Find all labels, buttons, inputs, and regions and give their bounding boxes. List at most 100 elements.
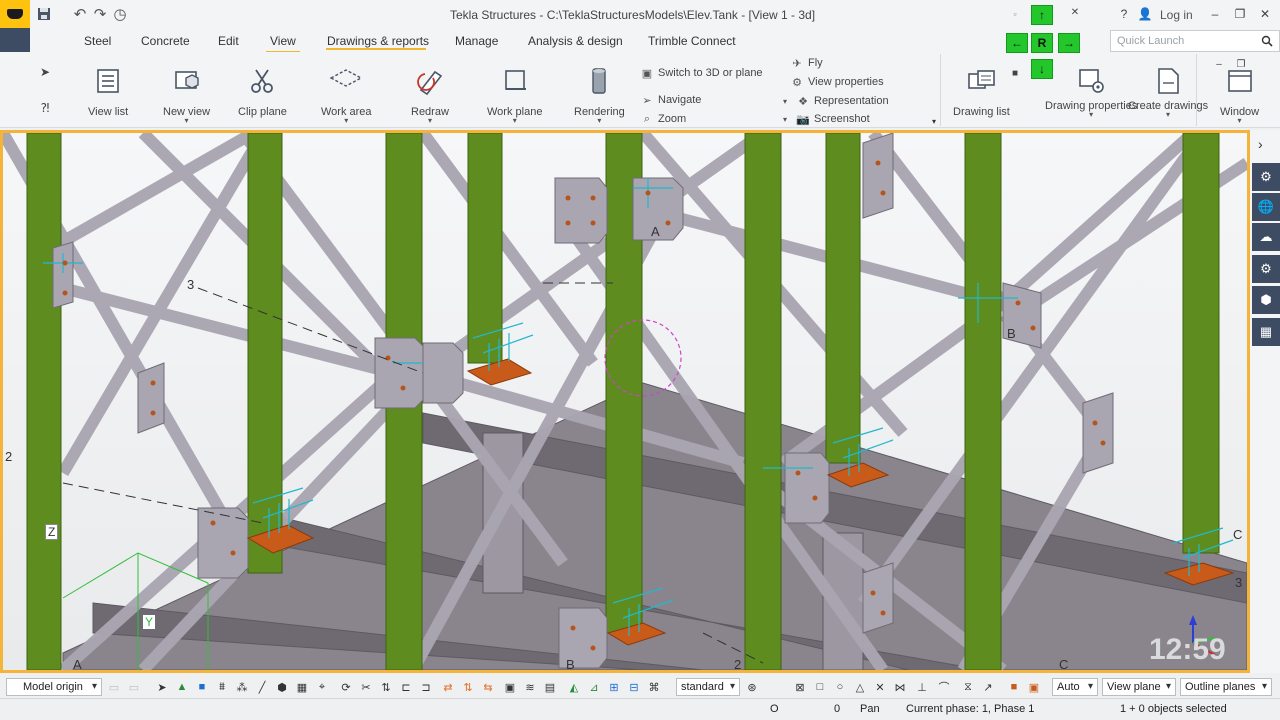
globe-icon[interactable]: 🌐 bbox=[1252, 193, 1280, 221]
snap-3-icon[interactable]: ⊏ bbox=[398, 679, 414, 695]
navigate-button[interactable]: ➢ Navigate bbox=[640, 94, 701, 107]
expand-panel-icon[interactable]: › bbox=[1258, 136, 1263, 152]
select-cube-icon[interactable]: ⬢ bbox=[274, 679, 290, 695]
snap-x-icon[interactable]: ✕ bbox=[872, 679, 888, 695]
phase-status[interactable]: Current phase: 1, Phase 1 bbox=[906, 703, 1034, 715]
tab-analysis-design[interactable]: Analysis & design bbox=[528, 34, 623, 48]
redraw-caret-icon[interactable]: ▾ bbox=[428, 117, 432, 125]
screenshot-button[interactable]: ▾ 📷 Screenshot bbox=[778, 113, 870, 126]
login-link[interactable]: Log in bbox=[1160, 8, 1193, 22]
select-filter-icon[interactable]: ⁈ bbox=[34, 98, 56, 118]
cube-icon[interactable]: ⬢ bbox=[1252, 286, 1280, 314]
snap-9-icon[interactable]: ≋ bbox=[522, 679, 538, 695]
snap-10-icon[interactable]: ▤ bbox=[542, 679, 558, 695]
select-point-icon[interactable]: ⌖ bbox=[314, 679, 330, 695]
select-grid-icon[interactable]: ⩩ bbox=[214, 679, 230, 695]
snap-5-icon[interactable]: ⇄ bbox=[440, 679, 456, 695]
snap-grid-icon[interactable]: ⊛ bbox=[744, 679, 760, 695]
plane-2-icon[interactable]: ▭ bbox=[126, 679, 142, 695]
depth-auto-select[interactable]: Auto bbox=[1052, 678, 1098, 696]
ribbon-restore-icon[interactable]: ❐ bbox=[1230, 54, 1252, 74]
snap-6-icon[interactable]: ⇅ bbox=[460, 679, 476, 695]
restore-button[interactable]: ❐ bbox=[1229, 4, 1251, 24]
select-part-icon[interactable]: ▲ bbox=[174, 679, 190, 695]
select-arrow-icon[interactable]: ➤ bbox=[34, 62, 56, 82]
nav-stop-icon[interactable]: ■ bbox=[1004, 63, 1026, 83]
snap-13-icon[interactable]: ⊞ bbox=[606, 679, 622, 695]
snap-arc-icon[interactable]: ⌒ bbox=[936, 679, 952, 695]
work-area-button[interactable]: Work area ▾ bbox=[321, 64, 372, 125]
snap-7-icon[interactable]: ⇆ bbox=[480, 679, 496, 695]
cut-icon[interactable]: ✂ bbox=[358, 679, 374, 695]
drawing-properties-button[interactable]: Drawing properties ▾ bbox=[1045, 64, 1137, 119]
rendering-caret-icon[interactable]: ▾ bbox=[597, 117, 601, 125]
tab-drawings-reports[interactable]: Drawings & reports bbox=[327, 34, 429, 48]
ribbon-minimize-icon[interactable]: – bbox=[1208, 54, 1230, 74]
user-icon[interactable]: 👤 bbox=[1134, 4, 1156, 24]
snap-mid-icon[interactable]: ⋈ bbox=[892, 679, 908, 695]
tab-steel[interactable]: Steel bbox=[84, 34, 111, 48]
close-button[interactable]: ✕ bbox=[1254, 4, 1276, 24]
select-line-icon[interactable]: ╱ bbox=[254, 679, 270, 695]
outline-planes-select[interactable]: Outline planes bbox=[1180, 678, 1272, 696]
snap-12-icon[interactable]: ⊿ bbox=[586, 679, 602, 695]
minimize-button[interactable]: – bbox=[1204, 4, 1226, 24]
nav-left-button[interactable]: ← bbox=[1006, 33, 1028, 53]
redraw-button[interactable]: Redraw ▾ bbox=[411, 64, 449, 125]
model-origin-select[interactable]: Model origin bbox=[6, 678, 102, 696]
plane-select[interactable]: View plane bbox=[1102, 678, 1176, 696]
view-list-button[interactable]: View list bbox=[88, 64, 128, 118]
work-area-caret-icon[interactable]: ▾ bbox=[344, 117, 348, 125]
snap-z-icon[interactable]: ⧖ bbox=[960, 679, 976, 695]
plane-icon[interactable]: ▭ bbox=[106, 679, 122, 695]
snap-circle-icon[interactable]: ○ bbox=[832, 679, 848, 695]
clip-plane-button[interactable]: Clip plane bbox=[238, 64, 287, 118]
new-view-caret-icon[interactable]: ▾ bbox=[185, 117, 189, 125]
settings-icon[interactable]: ⚙ bbox=[1252, 255, 1280, 283]
nav-down-button[interactable]: ↓ bbox=[1031, 59, 1053, 79]
snap-14-icon[interactable]: ⊟ bbox=[626, 679, 642, 695]
snap-8-icon[interactable]: ▣ bbox=[502, 679, 518, 695]
create-drawings-caret-icon[interactable]: ▾ bbox=[1166, 111, 1170, 119]
properties-panel-icon[interactable]: ⚙ bbox=[1252, 163, 1280, 191]
drawing-properties-caret-icon[interactable]: ▾ bbox=[1089, 111, 1093, 119]
nav-minimize-icon[interactable]: ▫ bbox=[1004, 4, 1026, 24]
cloud-icon[interactable]: ☁ bbox=[1252, 223, 1280, 251]
switch-3d-button[interactable]: ▣ Switch to 3D or plane bbox=[640, 67, 763, 80]
select-bolt-icon[interactable]: ⁂ bbox=[234, 679, 250, 695]
work-plane-button[interactable]: Work plane ▾ bbox=[487, 64, 542, 125]
zoom-button[interactable]: ⌕ Zoom bbox=[640, 113, 686, 126]
snap-4-icon[interactable]: ⊐ bbox=[418, 679, 434, 695]
rendering-button[interactable]: Rendering ▾ bbox=[574, 64, 625, 125]
window-caret-icon[interactable]: ▾ bbox=[1238, 117, 1242, 125]
nav-right-button[interactable]: → bbox=[1058, 33, 1080, 53]
undo-icon[interactable]: ↶ bbox=[70, 4, 90, 24]
snap-triangle-icon[interactable]: △ bbox=[852, 679, 868, 695]
snap-ext-icon[interactable]: ↗ bbox=[980, 679, 996, 695]
redo-icon[interactable]: ↷ bbox=[90, 4, 110, 24]
tab-edit[interactable]: Edit bbox=[218, 34, 239, 48]
model-viewport-3d[interactable]: 3 2 A B C A B 2 C 3 Z Y 12:59 bbox=[0, 130, 1250, 673]
snap-plate-icon[interactable]: ■ bbox=[1006, 679, 1022, 695]
tab-manage[interactable]: Manage bbox=[455, 34, 498, 48]
representation-button[interactable]: ▾ ❖ Representation bbox=[778, 95, 889, 108]
snap-icon[interactable]: ⟳ bbox=[338, 679, 354, 695]
work-plane-caret-icon[interactable]: ▾ bbox=[513, 117, 517, 125]
view-properties-button[interactable]: ⚙ View properties bbox=[790, 76, 884, 89]
select-icon[interactable]: ➤ bbox=[154, 679, 170, 695]
snap-standard-select[interactable]: standard bbox=[676, 678, 740, 696]
snap-perp-icon[interactable]: ⊥ bbox=[914, 679, 930, 695]
snap-square-icon[interactable]: □ bbox=[812, 679, 828, 695]
save-icon[interactable] bbox=[34, 4, 54, 24]
search-icon[interactable] bbox=[1256, 31, 1278, 51]
fly-button[interactable]: ✈ Fly bbox=[790, 57, 822, 70]
tekla-logo-icon[interactable] bbox=[0, 0, 30, 28]
select-assembly-icon[interactable]: ■ bbox=[194, 679, 210, 695]
snap-2-icon[interactable]: ⇅ bbox=[378, 679, 394, 695]
nav-reset-button[interactable]: R bbox=[1031, 33, 1053, 53]
snap-15-icon[interactable]: ⌘ bbox=[646, 679, 662, 695]
help-icon[interactable]: ? bbox=[1113, 4, 1135, 24]
tab-view[interactable]: View bbox=[266, 34, 300, 54]
components-icon[interactable]: ▦ bbox=[1252, 318, 1280, 346]
nav-close-icon[interactable]: ✕ bbox=[1064, 2, 1086, 22]
